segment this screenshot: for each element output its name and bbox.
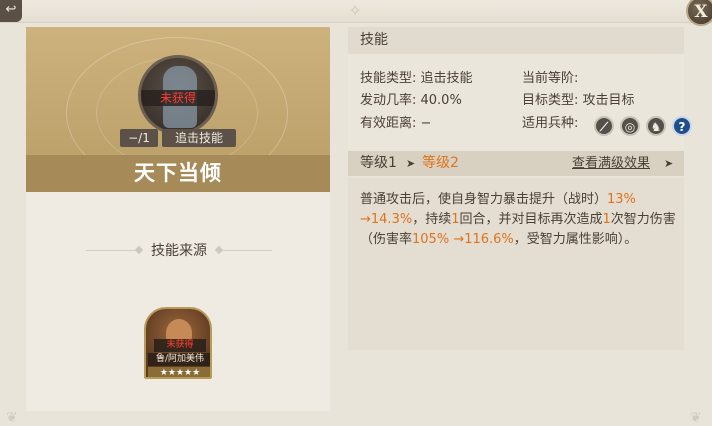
source-hero-card[interactable]: 未获得 鲁/阿加美伟 ★★★★★ [144,307,212,379]
hero-status-badge: 未获得 [154,339,206,352]
skill-source-title: 技能来源 [151,243,207,259]
question-icon[interactable]: ? [672,116,692,136]
skill-description-box: 普通攻击后，使自身智力暴击提升（战时）13% →14.3%，持续1回合，并对目标… [348,178,684,350]
sword-icon[interactable]: ⟋ [594,116,614,136]
arrow-right-icon: ➤ [406,157,416,170]
horse-icon[interactable]: ♞ [646,116,666,136]
back-arrow-icon[interactable]: ↩ [0,0,22,22]
desc-text: 回合，并对目标再次造成 [459,212,603,227]
skill-level-tag: −/1 [120,129,158,147]
divider [86,250,136,251]
chevron-right-icon[interactable]: ➤ [664,151,673,176]
divider [222,250,272,251]
skill-source-heading: 技能来源 [86,241,272,261]
skill-banner: 未获得 −/1 追击技能 天下当倾 [26,27,330,192]
level-selector: 等级1 ➤ 等级2 查看满级效果 ➤ [348,151,684,176]
skill-info-title: 技能 [360,32,388,48]
skill-info-body: 技能类型: 追击技能 发动几率: 40.0% 有效距离: − 当前等阶: 目标类… [348,54,692,150]
target-type-row: 目标类型: 攻击目标 [522,93,635,108]
desc-value: 105% →116.6% [412,232,514,247]
level-1-label[interactable]: 等级1 [360,151,397,176]
ornament-icon: ✧ [348,1,362,20]
view-max-level-link[interactable]: 查看满级效果 [572,151,650,176]
desc-text: 普通攻击后，使自身智力暴击提升（战时） [360,192,608,207]
troop-type-row: 适用兵种: [522,116,579,131]
skill-type-tag: 追击技能 [162,129,236,147]
skill-status-badge: 未获得 [141,90,215,106]
desc-value: 1 [602,212,611,227]
skill-type-row: 技能类型: 追击技能 [360,71,473,86]
range-row: 有效距离: − [360,116,432,131]
desc-text: ，受智力属性影响）。 [513,232,638,247]
hero-name: 鲁/阿加美伟 [148,353,210,366]
skill-name: 天下当倾 [134,161,222,185]
skill-name-bar: 天下当倾 [26,155,330,192]
skill-description: 普通攻击后，使自身智力暴击提升（战时）13% →14.3%，持续1回合，并对目标… [360,190,676,250]
corner-ornament-icon: ❦ [6,410,18,426]
skill-overview-panel: 未获得 −/1 追击技能 天下当倾 技能来源 未获得 鲁/阿加美伟 ★★★★★ [26,27,330,411]
level-2-label[interactable]: 等级2 [422,151,459,176]
desc-value: 1 [451,212,460,227]
corner-ornament-icon: ❦ [690,410,702,426]
window-top-bar: ✧ [0,0,712,23]
skill-icon: 未获得 [138,55,218,135]
skill-info-header: 技能 [348,27,684,54]
hero-portrait: 未获得 鲁/阿加美伟 ★★★★★ [144,307,212,379]
desc-text: ，持续 [412,212,452,227]
target-icon[interactable]: ◎ [620,116,640,136]
current-level-row: 当前等阶: [522,71,579,86]
trigger-rate-row: 发动几率: 40.0% [360,93,462,108]
hero-stars: ★★★★★ [148,367,210,377]
